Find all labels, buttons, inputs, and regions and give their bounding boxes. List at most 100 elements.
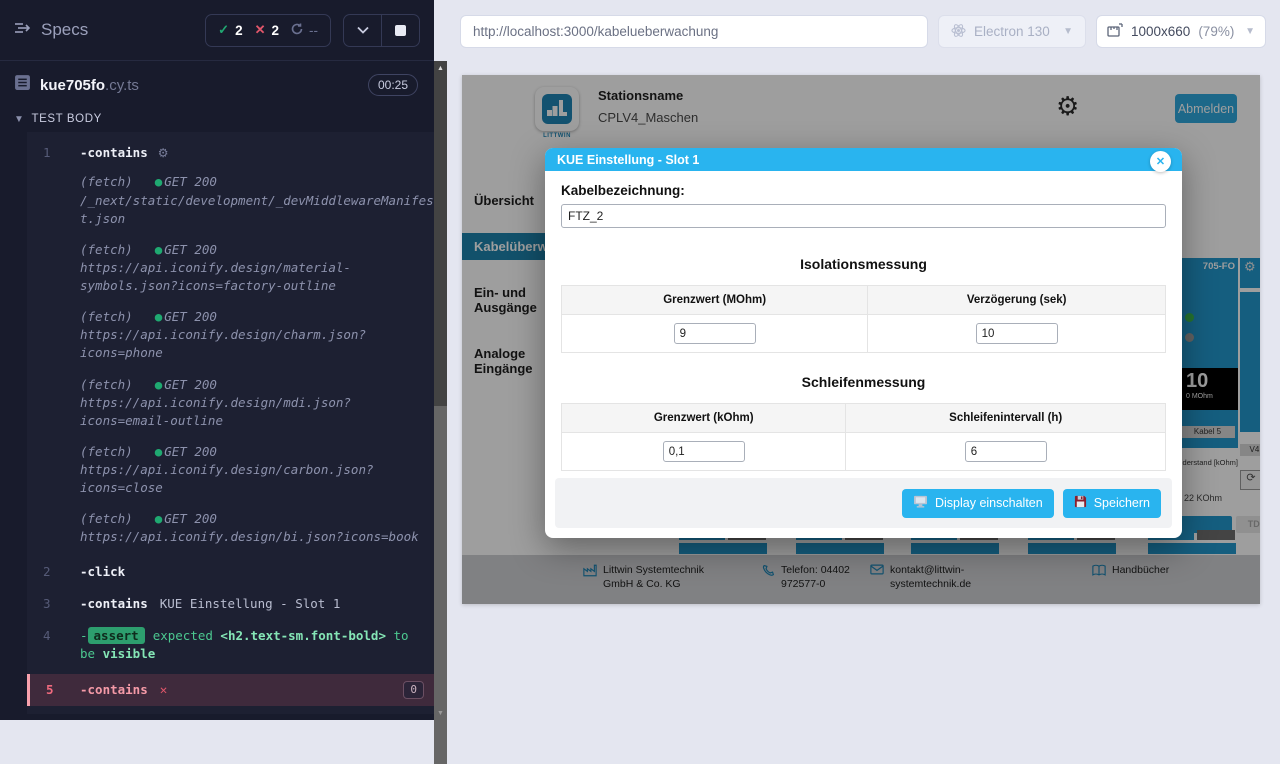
- request-status: GET 200: [164, 309, 217, 324]
- request-status-line: (fetch) ●GET 200: [80, 308, 420, 326]
- success-dot-icon: ●: [155, 174, 163, 189]
- request-status: GET 200: [164, 242, 217, 257]
- browser-label: Electron 130: [974, 24, 1050, 39]
- test-body-section-header[interactable]: ▼ TEST BODY: [0, 105, 434, 132]
- spec-file-row[interactable]: kue705fo .cy.ts 00:25: [0, 61, 434, 105]
- request-url: symbols.json?icons=factory-outline: [80, 277, 420, 295]
- command-name: -contains: [80, 145, 148, 160]
- assert-text: <h2.text-sm.font-bold>: [220, 628, 386, 643]
- success-dot-icon: ●: [155, 309, 163, 324]
- spec-name: kue705fo: [40, 77, 105, 94]
- request-type: (fetch): [80, 444, 133, 459]
- request-status: GET 200: [164, 511, 217, 526]
- assert-prefix: -: [80, 628, 88, 643]
- stat-passed: ✓ 2: [218, 22, 242, 38]
- request-url: https://api.iconify.design/carbon.json?: [80, 461, 420, 479]
- cable-name-input[interactable]: [561, 204, 1166, 228]
- request-status-line: (fetch)●GET 200: [80, 376, 420, 394]
- command-row[interactable]: 1-contains⚙: [27, 137, 434, 169]
- modal-title: KUE Einstellung - Slot 1: [557, 153, 699, 167]
- network-request-row[interactable]: (fetch)●GET 200https://api.iconify.desig…: [27, 237, 434, 299]
- command-number: 4: [43, 627, 51, 645]
- loop-heading: Schleifenmessung: [561, 374, 1166, 390]
- spec-extension: .cy.ts: [105, 77, 139, 94]
- restart-icon: [291, 23, 303, 38]
- assert-row[interactable]: 4-assertexpected <h2.text-sm.font-bold> …: [27, 620, 434, 670]
- save-button[interactable]: Speichern: [1063, 489, 1161, 518]
- display-on-button[interactable]: Display einschalten: [902, 489, 1054, 518]
- modal-close-button[interactable]: ✕: [1150, 151, 1171, 172]
- viewport-size-select[interactable]: 1000x660 (79%) ▼: [1096, 15, 1266, 48]
- modal-titlebar: KUE Einstellung - Slot 1: [545, 148, 1182, 171]
- save-floppy-icon: [1074, 495, 1087, 511]
- loop-col-limit: Grenzwert (kOhm): [562, 404, 846, 433]
- stat-pending: --: [291, 23, 318, 38]
- command-number: 3: [43, 595, 51, 613]
- success-dot-icon: ●: [155, 444, 163, 459]
- scroll-down-arrow[interactable]: ▼: [434, 706, 447, 720]
- isolation-col-delay: Verzögerung (sek): [868, 286, 1166, 315]
- request-status: GET 200: [164, 174, 217, 189]
- network-request-row[interactable]: (fetch)●GET 200/_next/static/development…: [27, 169, 434, 231]
- network-request-row[interactable]: (fetch) ●GET 200 https://api.iconify.desig…: [27, 304, 434, 366]
- chevron-down-icon: [357, 21, 369, 39]
- loop-limit-input[interactable]: [663, 441, 745, 462]
- viewport-dimensions: 1000x660: [1131, 24, 1190, 39]
- reporter-scrollbar[interactable]: ▲ ▼: [434, 61, 447, 720]
- command-row[interactable]: 3 -contains KUE Einstellung - Slot 1: [27, 588, 434, 620]
- isolation-limit-input[interactable]: [674, 323, 756, 344]
- request-type: (fetch): [80, 377, 133, 392]
- loop-col-interval: Schleifenintervall (h): [846, 404, 1166, 433]
- run-controls: [343, 14, 420, 47]
- command-argument: KUE Einstellung - Slot 1: [160, 596, 341, 611]
- reporter-header: Specs ✓ 2 ✕ 2 --: [0, 0, 434, 61]
- request-type: (fetch): [80, 242, 133, 257]
- request-status-line: (fetch) ●GET 200: [80, 510, 420, 528]
- browser-select[interactable]: Electron 130 ▼: [938, 15, 1086, 48]
- request-url: icons=phone: [80, 344, 420, 362]
- success-dot-icon: ●: [155, 511, 163, 526]
- request-status: GET 200: [164, 377, 217, 392]
- failed-command-row[interactable]: 5-contains✕0: [27, 674, 434, 706]
- request-type: (fetch): [80, 174, 133, 189]
- request-status: GET 200: [164, 444, 217, 459]
- request-type: (fetch): [80, 309, 133, 324]
- request-type: (fetch): [80, 511, 133, 526]
- assert-badge: assert: [88, 627, 145, 644]
- command-number: 1: [43, 144, 51, 162]
- scroll-up-arrow[interactable]: ▲: [434, 61, 447, 75]
- command-log: 1-contains⚙(fetch)●GET 200/_next/static/…: [27, 132, 434, 714]
- isolation-delay-input[interactable]: [976, 323, 1058, 344]
- network-request-row[interactable]: (fetch) ●GET 200 https://api.iconify.desig…: [27, 506, 434, 550]
- collapse-all-button[interactable]: [343, 14, 382, 47]
- chevron-down-icon: ▼: [1245, 26, 1255, 37]
- loop-interval-input[interactable]: [965, 441, 1047, 462]
- command-row[interactable]: 2-click: [27, 556, 434, 588]
- sidebar-toggle-icon: [14, 20, 32, 40]
- spec-file-icon: [14, 74, 31, 96]
- error-count-badge: 0: [403, 681, 424, 699]
- request-url: https://api.iconify.design/bi.json?icons…: [80, 528, 420, 546]
- success-dot-icon: ●: [155, 242, 163, 257]
- assert-text: expected: [153, 628, 221, 643]
- url-input[interactable]: [460, 15, 928, 48]
- command-name: -click: [80, 564, 125, 579]
- loop-table: Grenzwert (kOhm) Schleifenintervall (h): [561, 403, 1166, 471]
- network-request-row[interactable]: (fetch) ●GET 200 https://api.iconify.desig…: [27, 439, 434, 501]
- request-url: https://api.iconify.design/charm.json?: [80, 326, 420, 344]
- network-request-row[interactable]: (fetch)●GET 200https://api.iconify.desig…: [27, 372, 434, 434]
- request-url: icons=email-outline: [80, 412, 420, 430]
- specs-menu-button[interactable]: Specs: [14, 20, 88, 40]
- stat-failed: ✕ 2: [255, 22, 279, 38]
- chevron-down-icon: ▼: [1063, 26, 1073, 37]
- command-name: -contains: [80, 682, 148, 697]
- electron-icon: [951, 23, 966, 41]
- stop-run-button[interactable]: [381, 14, 420, 47]
- isolation-heading: Isolationsmessung: [561, 256, 1166, 272]
- cable-name-label: Kabelbezeichnung:: [561, 183, 1166, 198]
- viewport-zoom: (79%): [1198, 24, 1234, 39]
- cross-icon: ✕: [255, 22, 266, 38]
- request-status-line: (fetch) ●GET 200: [80, 443, 420, 461]
- command-name: -contains: [80, 596, 148, 611]
- chevron-down-icon: ▼: [14, 114, 25, 125]
